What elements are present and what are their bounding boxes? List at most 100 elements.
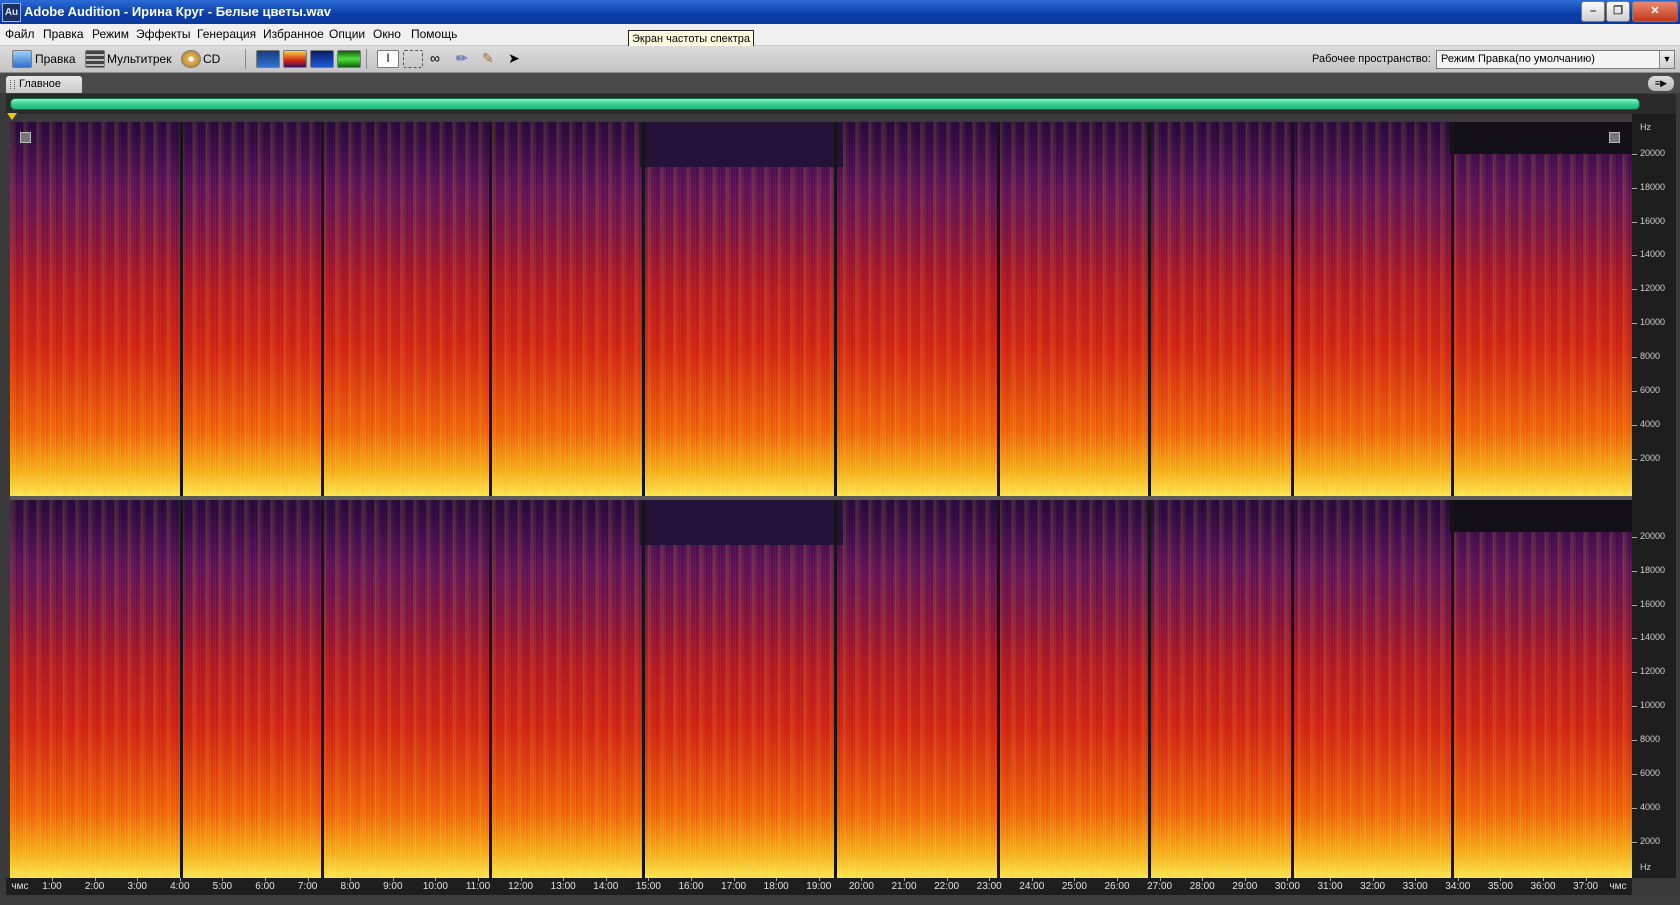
channel-corner-button-icon[interactable] [1609,132,1620,143]
workspace-select[interactable]: Режим Правка(по умолчанию) ▼ [1436,50,1675,69]
menu-generate[interactable]: Генерация [197,27,256,41]
toolbar: Правка Мультитрек CD I ∞ ✏ ✎ ➤ Рабочее п… [0,46,1680,73]
time-label: 7:00 [297,881,318,892]
time-label: 19:00 [806,881,832,892]
menu-favorites[interactable]: Избранное [263,27,324,41]
freq-label: 4000 [1640,802,1661,812]
time-label: 13:00 [550,881,576,892]
title-bar: Au Adobe Audition - Ирина Круг - Белые ц… [0,0,1680,24]
time-label: 16:00 [678,881,704,892]
freq-label: 18000 [1640,182,1666,192]
cd-view-button[interactable]: CD [203,49,220,69]
time-format-label: чмс [1609,881,1627,892]
freq-label: 6000 [1640,385,1661,395]
panel-menu-button[interactable]: ≡▶ [1648,76,1674,91]
time-label: 5:00 [212,881,233,892]
freq-label: 8000 [1640,351,1661,361]
spectrum-cutoff-region [1450,122,1632,154]
freq-unit-label: Hz [1640,862,1651,872]
freq-label: 14000 [1640,632,1666,642]
time-label: 33:00 [1402,881,1428,892]
chevron-down-icon[interactable]: ▼ [1659,51,1674,68]
hybrid-tool-icon[interactable]: ➤ [508,50,526,66]
time-label: 10:00 [422,881,448,892]
time-label: 15:00 [635,881,661,892]
lasso-tool-icon[interactable]: ∞ [430,50,448,66]
tab-main-label: Главное [19,78,62,90]
overview-zoom-bar[interactable] [10,98,1640,110]
edit-view-icon[interactable] [12,50,32,68]
time-label: 11:00 [465,881,491,892]
bottom-scroll-strip [0,895,1680,905]
marquee-selection-tool-icon[interactable] [403,50,423,68]
tab-main[interactable]: Главное [6,76,82,93]
time-label: 8:00 [340,881,360,892]
spectrum-cutoff-region [640,122,843,167]
freq-label: 18000 [1640,565,1666,575]
spectrum-cutoff-region [1450,500,1632,532]
time-label: 6:00 [255,881,275,892]
multitrack-icon[interactable] [85,50,105,68]
time-label: 31:00 [1317,881,1343,892]
channel-corner-button-icon[interactable] [20,132,31,143]
spectral-frequency-display[interactable] [10,122,1632,878]
edit-view-button[interactable]: Правка [35,49,76,69]
time-label: 3:00 [127,881,147,892]
time-label: 18:00 [763,881,789,892]
time-label: 30:00 [1274,881,1300,892]
spot-healing-tool-icon[interactable]: ✎ [482,50,500,66]
menu-view[interactable]: Режим [92,27,129,41]
channel-right-spectrum[interactable] [10,500,1632,878]
time-selection-tool-icon[interactable]: I [377,50,399,68]
spectrum-cutoff-region [640,500,843,545]
spectral-phase-display-icon[interactable] [337,50,361,68]
window-title: Adobe Audition - Ирина Круг - Белые цвет… [24,4,331,19]
menu-options[interactable]: Опции [329,27,365,41]
time-label: 2:00 [84,881,105,892]
freq-label: 16000 [1640,216,1666,226]
time-label: 37:00 [1573,881,1599,892]
time-label: 28:00 [1189,881,1215,892]
menu-edit[interactable]: Правка [43,27,84,41]
cd-icon[interactable] [181,50,201,68]
close-icon[interactable]: ✕ [1632,1,1678,22]
menu-window[interactable]: Окно [373,27,401,41]
freq-label: 14000 [1640,249,1666,259]
freq-label: 20000 [1640,531,1666,541]
time-label: 1:00 [42,881,62,892]
time-label: 21:00 [891,881,917,892]
waveform-display-icon[interactable] [256,50,280,68]
freq-label: 2000 [1640,836,1661,846]
panel-tab-bar: Главное ≡▶ [0,73,1680,93]
spectral-pan-display-icon[interactable] [310,50,334,68]
menu-help[interactable]: Помощь [411,27,457,41]
playhead-marker-icon[interactable] [7,113,17,120]
restore-icon[interactable]: ❐ [1606,1,1630,22]
freq-label: 8000 [1640,734,1661,744]
spectral-frequency-display-icon[interactable] [283,50,307,68]
freq-label: 16000 [1640,599,1666,609]
time-label: 29:00 [1232,881,1258,892]
freq-label: 12000 [1640,283,1666,293]
time-label: 22:00 [934,881,960,892]
overview-strip [6,94,1676,114]
channel-left-spectrum[interactable] [10,122,1632,496]
freq-label: 10000 [1640,317,1666,327]
time-label: 32:00 [1360,881,1386,892]
time-label: 36:00 [1530,881,1556,892]
menu-effects[interactable]: Эффекты [136,27,191,41]
time-label: 12:00 [508,881,534,892]
workspace-label: Рабочее пространство: [1312,53,1431,65]
freq-label: 4000 [1640,419,1661,429]
menu-file[interactable]: Файл [5,27,35,41]
time-label: 26:00 [1104,881,1130,892]
time-label: 14:00 [593,881,619,892]
time-label: 27:00 [1147,881,1173,892]
time-label: 35:00 [1487,881,1513,892]
brush-tool-icon[interactable]: ✏ [456,50,474,66]
frequency-ruler[interactable]: Hz 20000 18000 16000 14000 12000 10000 8… [1632,114,1676,878]
minimize-icon[interactable]: – [1581,1,1605,22]
audition-app-icon[interactable]: Au [2,3,21,22]
time-ruler[interactable]: чмс чмс 1:00 2:00 3:00 4:00 5:00 6:00 7:00 8:00… [6,878,1632,895]
multitrack-view-button[interactable]: Мультитрек [107,49,171,69]
